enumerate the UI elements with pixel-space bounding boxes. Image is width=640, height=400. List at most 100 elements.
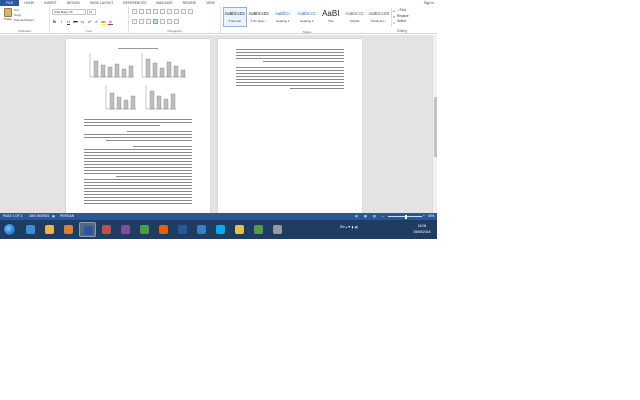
taskbar-button[interactable] — [212, 222, 229, 237]
select-button[interactable]: Select — [397, 19, 409, 25]
styles-group-label: Styles — [302, 30, 312, 34]
paragraph-group: Paragraph — [129, 6, 221, 34]
font-group-label: Font — [85, 29, 92, 33]
proofing-icon[interactable]: ▣ — [52, 213, 55, 220]
style-title[interactable]: AaBI Title — [319, 7, 343, 27]
language-indicator[interactable]: EN — [340, 225, 344, 229]
paragraph-row-1 — [132, 9, 193, 14]
bold-button[interactable]: B — [52, 19, 57, 25]
style-preview: AaBbCcDc — [224, 11, 245, 16]
rtl-icon[interactable] — [174, 9, 179, 14]
style-normal[interactable]: AaBbCcDc ¶ Normal — [223, 7, 247, 27]
align-center-icon[interactable] — [139, 19, 144, 24]
show-marks-icon[interactable] — [188, 9, 193, 14]
font-color-icon[interactable]: A — [108, 19, 113, 25]
tray-arrow-icon[interactable]: ▴ — [345, 225, 347, 229]
taskbar-button[interactable] — [231, 222, 248, 237]
network-icon — [197, 225, 206, 234]
align-right-icon[interactable] — [146, 19, 151, 24]
style-subtitle[interactable]: AaBbCcC Subtitle — [343, 7, 367, 27]
taskbar-button[interactable] — [60, 222, 77, 237]
strikethrough-button[interactable]: ab — [73, 19, 78, 25]
taskbar-button[interactable] — [22, 222, 39, 237]
page-count-status[interactable]: PAGE 1 OF 3 — [3, 213, 22, 220]
font-name-select[interactable]: Arial Body CS — [52, 9, 86, 15]
start-button[interactable] — [3, 223, 16, 236]
italic-button[interactable]: I — [59, 19, 64, 25]
subscript-button[interactable]: x₂ — [80, 19, 85, 25]
figure-title-line — [118, 48, 158, 50]
taskbar-button[interactable] — [79, 222, 96, 237]
justify-icon[interactable] — [153, 19, 158, 24]
tools-icon — [273, 225, 282, 234]
style-name: ¶ Normal — [228, 19, 241, 23]
style-subtle-emphasis[interactable]: AaBbCcDd Subtle Em... — [367, 7, 391, 27]
style-no-spacing[interactable]: AaBbCcDc ¶ No Spac... — [247, 7, 271, 27]
style-name: Heading 1 — [275, 19, 290, 23]
word-icon — [84, 226, 93, 235]
borders-icon[interactable] — [174, 19, 179, 24]
taskbar-button[interactable] — [117, 222, 134, 237]
style-heading-1[interactable]: AaBbCc Heading 1 — [271, 7, 295, 27]
clipboard-group: Paste Cut Copy Format Painter Clipboard — [0, 6, 50, 34]
font-size-select[interactable]: 11 — [87, 9, 96, 15]
styles-scroll[interactable]: ▲ ▼ ▾ — [391, 8, 396, 27]
print-layout-icon[interactable]: ▦ — [364, 213, 367, 220]
document-page-2[interactable] — [218, 39, 362, 213]
format-painter-button[interactable]: Format Painter — [14, 18, 34, 23]
figure-bar-charts — [89, 53, 186, 110]
word-count-status[interactable]: 1692 WORDS — [29, 213, 49, 220]
highlight-color-icon[interactable]: ab — [101, 19, 106, 25]
chrome-icon — [140, 225, 149, 234]
zoom-out-button[interactable]: – — [382, 213, 384, 220]
align-left-icon[interactable] — [132, 19, 137, 24]
scrollbar-thumb[interactable] — [434, 97, 437, 157]
style-heading-2[interactable]: AaBbCcC Heading 2 — [295, 7, 319, 27]
increase-indent-icon[interactable] — [160, 9, 165, 14]
text-effects-icon[interactable]: A — [94, 19, 99, 25]
vertical-scrollbar[interactable] — [432, 35, 437, 213]
taskbar-button[interactable] — [155, 222, 172, 237]
status-bar: PAGE 1 OF 3 1692 WORDS ▣ PERSIAN ▤ ▦ ▧ –… — [0, 213, 437, 220]
taskbar-button[interactable] — [250, 222, 267, 237]
ltr-icon[interactable] — [167, 9, 172, 14]
multilevel-list-icon[interactable] — [146, 9, 151, 14]
taskbar-button[interactable] — [269, 222, 286, 237]
zoom-in-button[interactable]: + — [423, 213, 425, 220]
taskbar-button[interactable] — [136, 222, 153, 237]
skype-icon — [216, 225, 225, 234]
document-page-1[interactable] — [66, 39, 210, 213]
taskbar-button[interactable] — [41, 222, 58, 237]
superscript-button[interactable]: x² — [87, 19, 92, 25]
zoom-level[interactable]: 40% — [428, 213, 434, 220]
taskbar-button[interactable] — [193, 222, 210, 237]
volume-icon[interactable]: ◀) — [354, 225, 358, 229]
underline-button[interactable]: U — [66, 19, 71, 25]
decrease-indent-icon[interactable] — [153, 9, 158, 14]
ie-icon — [26, 225, 35, 234]
style-preview: AaBI — [322, 9, 340, 18]
web-layout-icon[interactable]: ▧ — [373, 213, 376, 220]
style-preview: AaBbCcC — [345, 11, 364, 16]
page-1-body-text — [84, 131, 192, 206]
bullets-icon[interactable] — [132, 9, 137, 14]
line-spacing-icon[interactable] — [160, 19, 165, 24]
paste-button[interactable]: Paste — [2, 8, 14, 25]
flag-icon[interactable]: ⚑ — [348, 225, 351, 229]
document-area[interactable] — [0, 35, 437, 213]
read-mode-icon[interactable]: ▤ — [355, 213, 358, 220]
paragraph-group-label: Paragraph — [167, 29, 182, 33]
zoom-slider-knob[interactable] — [405, 214, 407, 219]
windows-taskbar: EN ▴ ⚑ ▮ ◀) 15:08 05/06/2016 — [0, 220, 437, 239]
ribbon-home: Paste Cut Copy Format Painter Clipboard … — [0, 6, 437, 34]
language-status[interactable]: PERSIAN — [60, 213, 74, 220]
sort-icon[interactable] — [181, 9, 186, 14]
clock[interactable]: 15:08 05/06/2016 — [409, 223, 435, 235]
taskbar-button[interactable] — [98, 222, 115, 237]
shading-icon[interactable] — [167, 19, 172, 24]
taskbar-button[interactable] — [174, 222, 191, 237]
styles-gallery: AaBbCcDc ¶ Normal AaBbCcDc ¶ No Spac... … — [223, 7, 391, 34]
firefox-icon — [159, 225, 168, 234]
clipboard-group-label: Clipboard — [18, 29, 31, 33]
numbering-icon[interactable] — [139, 9, 144, 14]
